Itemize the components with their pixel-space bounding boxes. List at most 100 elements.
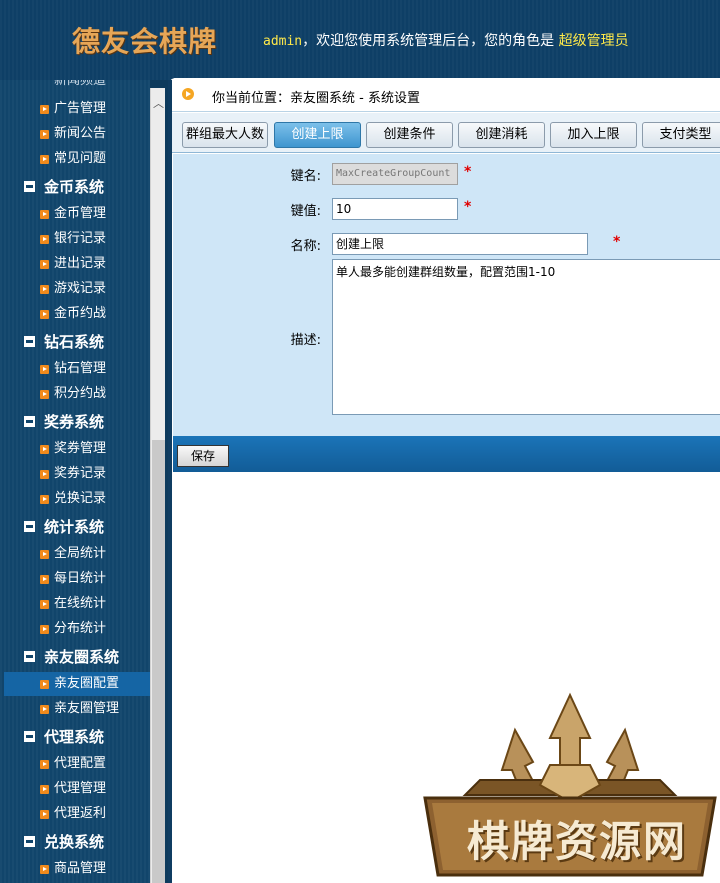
- arrow-bullet-icon: [40, 865, 49, 874]
- sidebar-group-label: 奖券系统: [44, 413, 105, 431]
- sidebar-item[interactable]: 新闻公告: [4, 122, 150, 146]
- sidebar-scrollbar[interactable]: ︿: [150, 88, 165, 883]
- scroll-up-arrow-icon[interactable]: ︿: [153, 98, 164, 109]
- sidebar-item[interactable]: 代理返利: [4, 802, 150, 826]
- tab-create-condition[interactable]: 创建条件: [366, 122, 453, 148]
- sidebar-item-label: 钻石管理: [54, 361, 107, 376]
- sidebar-item[interactable]: 进出记录: [4, 252, 150, 276]
- key-name-label: 键名:: [290, 169, 321, 184]
- sidebar-item[interactable]: 积分约战: [4, 382, 150, 406]
- tab-pay-type[interactable]: 支付类型: [642, 122, 720, 148]
- key-value-label: 键值:: [290, 204, 321, 219]
- sidebar-item-label: 积分约战: [54, 386, 107, 401]
- sidebar-group[interactable]: 钻石系统: [24, 329, 104, 355]
- arrow-bullet-icon: [40, 285, 49, 294]
- sidebar-item-label: 亲友圈管理: [54, 701, 120, 716]
- sidebar-group[interactable]: 兑换系统: [24, 829, 104, 855]
- scroll-thumb[interactable]: [152, 440, 165, 883]
- sidebar-item[interactable]: 金币管理: [4, 202, 150, 226]
- sidebar-item[interactable]: 银行记录: [4, 227, 150, 251]
- sidebar-item[interactable]: 游戏记录: [4, 277, 150, 301]
- description-textarea[interactable]: 单人最多能创建群组数量，配置范围1-10: [332, 259, 720, 415]
- sidebar-item-label: 银行记录: [54, 231, 107, 246]
- arrow-bullet-icon: [40, 810, 49, 819]
- sidebar-item-label: 进出记录: [54, 256, 107, 271]
- arrow-bullet-icon: [40, 760, 49, 769]
- sidebar-cut-item[interactable]: 新闻频道: [54, 80, 114, 88]
- sidebar-item-label: 亲友圈配置: [54, 676, 120, 691]
- sidebar-item[interactable]: 常见问题: [4, 147, 150, 171]
- display-name-input[interactable]: 创建上限: [332, 233, 588, 255]
- sidebar-item[interactable]: 兑换记录: [4, 487, 150, 511]
- sidebar-item-label: 代理配置: [54, 756, 107, 771]
- sidebar-item-label: 代理返利: [54, 806, 107, 821]
- arrow-bullet-icon: [40, 705, 49, 714]
- collapse-minus-icon[interactable]: [24, 731, 35, 742]
- save-button[interactable]: 保存: [177, 445, 229, 467]
- sidebar-group-label: 金币系统: [44, 178, 105, 196]
- save-bar: 保存: [173, 436, 720, 472]
- sidebar-item-label: 奖券管理: [54, 441, 107, 456]
- logo: 德友会棋牌: [72, 25, 218, 58]
- sidebar-group-label: 兑换系统: [44, 833, 105, 851]
- arrow-bullet-icon: [40, 260, 49, 269]
- sidebar-item-label: 代理管理: [54, 781, 107, 796]
- arrow-bullet-icon: [40, 310, 49, 319]
- sidebar-item[interactable]: 在线统计: [4, 592, 150, 616]
- sidebar-item-label: 新闻公告: [54, 126, 107, 141]
- sidebar-item[interactable]: 金币约战: [4, 302, 150, 326]
- arrow-bullet-icon: [40, 155, 49, 164]
- sidebar-item[interactable]: 钻石管理: [4, 357, 150, 381]
- sidebar-item-label: 兑换记录: [54, 491, 107, 506]
- sidebar-item[interactable]: 广告管理: [4, 97, 150, 121]
- sidebar-item-label: 奖券记录: [54, 466, 107, 481]
- arrow-bullet-icon: [40, 235, 49, 244]
- tab-create-limit[interactable]: 创建上限: [274, 122, 361, 148]
- sidebar-item[interactable]: 奖券记录: [4, 462, 150, 486]
- collapse-minus-icon[interactable]: [24, 416, 35, 427]
- sidebar-item[interactable]: 代理配置: [4, 752, 150, 776]
- collapse-minus-icon[interactable]: [24, 181, 35, 192]
- collapse-minus-icon[interactable]: [24, 336, 35, 347]
- collapse-minus-icon[interactable]: [24, 651, 35, 662]
- arrow-right-icon: [182, 88, 194, 100]
- current-user: admin: [263, 34, 303, 49]
- arrow-bullet-icon: [40, 365, 49, 374]
- tab-join-limit[interactable]: 加入上限: [550, 122, 637, 148]
- sidebar-item-label: 全局统计: [54, 546, 107, 561]
- sidebar-item-label: 广告管理: [54, 101, 107, 116]
- breadcrumb-text: 你当前位置：亲友圈系统 - 系统设置: [212, 91, 420, 106]
- sidebar-group-label: 代理系统: [44, 728, 105, 746]
- tab-create-cost[interactable]: 创建消耗: [458, 122, 545, 148]
- main-frame-edge: [168, 80, 172, 883]
- sidebar-item[interactable]: 每日统计: [4, 567, 150, 591]
- sidebar-group[interactable]: 金币系统: [24, 174, 104, 200]
- sidebar-item-label: 在线统计: [54, 596, 107, 611]
- settings-form: 键名: MaxCreateGroupCount * 键值: 10 * 名称: 创…: [173, 154, 720, 436]
- sidebar-item[interactable]: 亲友圈配置: [4, 672, 150, 696]
- tab-max-members[interactable]: 群组最大人数: [182, 122, 268, 148]
- collapse-minus-icon[interactable]: [24, 521, 35, 532]
- arrow-bullet-icon: [40, 550, 49, 559]
- sidebar-group[interactable]: 奖券系统: [24, 409, 104, 435]
- sidebar-group[interactable]: 代理系统: [24, 724, 104, 750]
- arrow-bullet-icon: [40, 390, 49, 399]
- sidebar-item[interactable]: 商品管理: [4, 857, 150, 881]
- collapse-minus-icon[interactable]: [24, 836, 35, 847]
- sidebar-item-label: 金币管理: [54, 206, 107, 221]
- key-name-field: MaxCreateGroupCount: [332, 163, 458, 185]
- welcome-message: admin，欢迎您使用系统管理后台，您的角色是 超级管理员: [263, 30, 629, 50]
- arrow-bullet-icon: [40, 680, 49, 689]
- arrow-bullet-icon: [40, 105, 49, 114]
- sidebar-group[interactable]: 统计系统: [24, 514, 104, 540]
- sidebar-item[interactable]: 全局统计: [4, 542, 150, 566]
- sidebar-item[interactable]: 奖券管理: [4, 437, 150, 461]
- sidebar-group[interactable]: 亲友圈系统: [24, 644, 119, 670]
- arrow-bullet-icon: [40, 495, 49, 504]
- sidebar-item-label: 金币约战: [54, 306, 107, 321]
- sidebar-item[interactable]: 亲友圈管理: [4, 697, 150, 721]
- sidebar-item[interactable]: 代理管理: [4, 777, 150, 801]
- arrow-bullet-icon: [40, 785, 49, 794]
- sidebar-item[interactable]: 分布统计: [4, 617, 150, 641]
- key-value-input[interactable]: 10: [332, 198, 458, 220]
